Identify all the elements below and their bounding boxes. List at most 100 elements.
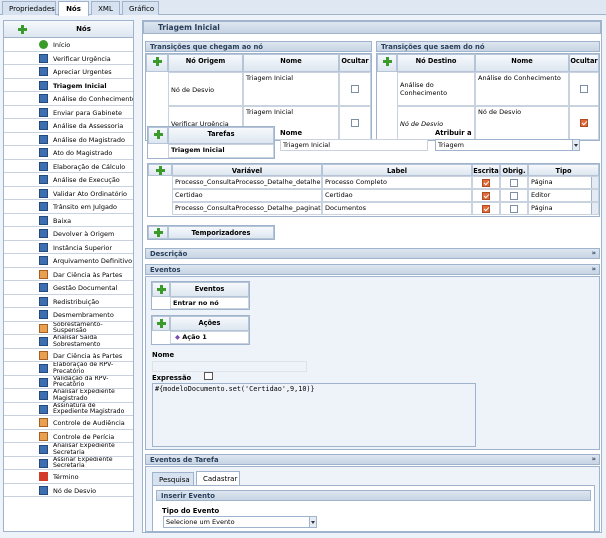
outgoing-name-1[interactable]: Nó de Desvio (475, 106, 569, 140)
task-events-section-bar[interactable]: Eventos de Tarefa » (145, 454, 600, 465)
node-item[interactable]: Instância Superior (4, 241, 133, 254)
outgoing-hide-checkbox-0[interactable] (580, 85, 588, 93)
tab-search[interactable]: Pesquisa (152, 472, 194, 485)
expression-editor-icon[interactable] (204, 372, 213, 380)
tab-bar: Propriedades Nós XML Gráfico (0, 0, 606, 16)
outgoing-hide-checkbox-1[interactable] (580, 119, 588, 127)
node-item[interactable]: Análise do Magistrado (4, 133, 133, 146)
outgoing-name-0[interactable]: Análise do Conhecimento (475, 72, 569, 106)
node-item[interactable]: Devolver à Origem (4, 227, 133, 241)
event-item[interactable]: Entrar no nó (170, 297, 249, 309)
tab-graphic[interactable]: Gráfico (122, 1, 159, 15)
incoming-title: Transições que chegam ao nó (150, 43, 263, 51)
description-section-bar[interactable]: Descrição » (145, 248, 600, 259)
add-node-icon[interactable] (18, 25, 27, 34)
assign-to-value: Triagem (438, 141, 464, 149)
task-item[interactable]: Triagem Inicial (168, 144, 274, 158)
outgoing-transitions-bar: Transições que saem do nó (376, 41, 600, 52)
action-name-input[interactable] (152, 361, 307, 372)
variable-write-checkbox[interactable] (482, 205, 490, 213)
node-item[interactable]: Validação da RPV-Precatório (4, 375, 133, 389)
node-item[interactable]: Término (4, 470, 133, 484)
timers-table: Temporizadores (147, 225, 275, 240)
node-item[interactable]: Assinar Expediente Secretaria (4, 457, 133, 470)
node-item[interactable]: Analisar Expediente Secretaria (4, 443, 133, 457)
variable-label[interactable]: Processo Completo (322, 176, 472, 189)
node-item[interactable]: Validar Ato Ordinatório (4, 187, 133, 200)
add-variable-icon[interactable] (155, 166, 165, 175)
add-action-icon[interactable] (156, 319, 166, 328)
node-item[interactable]: Verificar Urgência (4, 52, 133, 65)
variable-required-checkbox[interactable] (510, 192, 518, 200)
add-timer-icon[interactable] (153, 228, 163, 237)
node-item-label: Análise do Magistrado (53, 135, 125, 144)
variable-label[interactable]: Documentos (322, 202, 472, 215)
node-item[interactable]: Nó de Desvio (4, 484, 133, 497)
assign-to-label: Atribuir a (435, 129, 472, 137)
add-task-icon[interactable] (153, 130, 163, 139)
node-item[interactable]: Análise do Conhecimento (4, 92, 133, 106)
assign-to-select[interactable]: Triagem (435, 139, 580, 151)
incoming-hide-cell-1 (339, 106, 371, 140)
variable-write-checkbox[interactable] (482, 192, 490, 200)
add-incoming-icon[interactable] (152, 57, 162, 66)
node-item[interactable]: Assinatura de Expediente Magistrado (4, 403, 133, 416)
variable-write-checkbox[interactable] (482, 179, 490, 187)
node-item[interactable]: Analisar Expediente Magistrado (4, 389, 133, 403)
incoming-hide-checkbox-1[interactable] (351, 119, 359, 127)
node-item[interactable]: Enviar para Gabinete (4, 106, 133, 119)
node-item-label: Validação da RPV-Precatório (53, 375, 109, 388)
events-section-bar[interactable]: Eventos » (145, 264, 600, 275)
node-item[interactable]: Baixa (4, 214, 133, 227)
node-item[interactable]: Arquivamento Definitivo (4, 254, 133, 268)
variable-name[interactable]: Processo_ConsultaProcesso_Detalhe_pagina… (172, 202, 322, 215)
tasks-table: Tarefas Triagem Inicial (147, 126, 275, 159)
add-outgoing-icon[interactable] (382, 57, 392, 66)
node-item[interactable]: Ato do Magistrado (4, 146, 133, 160)
action-item[interactable]: ◆ Ação 1 (170, 331, 249, 344)
node-item[interactable]: Sobrestamento-Suspensão (4, 322, 133, 335)
node-item[interactable]: Análise de Execução (4, 173, 133, 187)
event-type-select[interactable]: Selecione um Evento (163, 516, 317, 528)
node-item-label: Início (53, 41, 71, 49)
node-item[interactable]: Redistribuição (4, 295, 133, 308)
expression-textarea[interactable]: #{modeloDocumento.set('Certidao',9,10)} (152, 383, 476, 447)
node-item[interactable]: Controle de Perícia (4, 430, 133, 443)
node-item[interactable]: Dar Ciência às Partes (4, 268, 133, 281)
node-item[interactable]: Elaboração de RPV-Precatório (4, 362, 133, 376)
variable-required-checkbox[interactable] (510, 205, 518, 213)
task-icon (39, 94, 48, 103)
node-item-label: Enviar para Gabinete (53, 108, 123, 117)
variable-name[interactable]: Processo_ConsultaProcesso_Detalhe_detalh… (172, 176, 322, 189)
tab-properties[interactable]: Propriedades (2, 1, 56, 15)
chevron-down-icon (591, 177, 598, 188)
node-item[interactable]: Início (4, 38, 133, 52)
node-item[interactable]: Triagem Inicial (4, 79, 133, 92)
variable-type-select[interactable]: Editor (528, 189, 599, 202)
node-item[interactable]: Elaboração de Cálculo (4, 160, 133, 173)
add-event-icon[interactable] (156, 285, 166, 294)
tab-xml[interactable]: XML (91, 1, 120, 15)
action-item-label: Ação 1 (182, 333, 207, 341)
tab-nodes[interactable]: Nós (58, 1, 89, 16)
node-item[interactable]: Desmembramento (4, 308, 133, 322)
insert-event-title: Inserir Evento (161, 492, 215, 500)
variable-type-select[interactable]: Página (528, 202, 599, 215)
node-item[interactable]: Apreciar Urgentes (4, 65, 133, 79)
node-item[interactable]: Analisar Saída Sobrestamento (4, 335, 133, 349)
node-item[interactable]: Dar Ciência às Partes (4, 349, 133, 362)
tab-register[interactable]: Cadastrar (196, 471, 240, 485)
task-name-input[interactable]: Triagem Inicial (280, 139, 428, 151)
variable-name[interactable]: Certidao (172, 189, 322, 202)
variable-type-select[interactable]: Página (528, 176, 599, 189)
variable-label[interactable]: Certidao (322, 189, 472, 202)
incoming-name-0[interactable]: Triagem Inicial (243, 72, 339, 106)
node-item[interactable]: Gestão Documental (4, 281, 133, 295)
variable-required-checkbox[interactable] (510, 179, 518, 187)
chevron-down-icon (309, 517, 316, 527)
node-item[interactable]: Trânsito em Julgado (4, 200, 133, 214)
node-item[interactable]: Análise da Assessoria (4, 119, 133, 133)
node-item[interactable]: Controle de Audiência (4, 416, 133, 430)
incoming-hide-checkbox-0[interactable] (351, 85, 359, 93)
node-item-label: Elaboração de RPV-Precatório (53, 362, 114, 375)
